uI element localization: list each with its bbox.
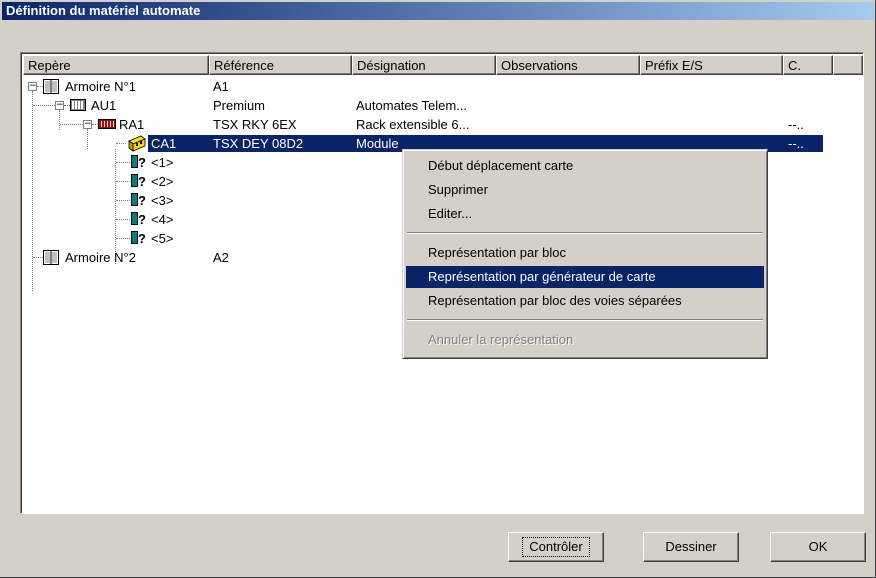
rack-icon [98,119,116,129]
menu-item-representation-voies-separees[interactable]: Représentation par bloc des voies séparé… [406,290,764,312]
cell-c: --.. [788,136,804,151]
unknown-slot-icon: ? [131,211,146,228]
tree-row[interactable]: − AU1 Premium Automates Telem... [23,96,861,115]
menu-item-representation-bloc[interactable]: Représentation par bloc [406,242,764,264]
tree-line [116,200,130,201]
cell-reference: A2 [213,250,229,265]
tree-line [60,124,83,125]
unknown-slot-icon: ? [131,154,146,171]
tree-line [116,143,126,144]
cabinet-icon [43,250,59,265]
cell-repere: <4> [151,212,174,227]
ok-button[interactable]: OK [770,532,866,562]
menu-item-debut-deplacement[interactable]: Début déplacement carte [406,155,764,177]
menu-item-annuler-representation[interactable]: Annuler la représentation [406,329,764,351]
card-icon [128,135,146,152]
tree-line [116,181,130,182]
menu-separator [407,319,763,321]
column-header-designation[interactable]: Désignation [352,55,496,75]
cell-reference: Premium [213,98,266,113]
collapse-icon[interactable]: − [83,120,92,129]
collapse-icon[interactable]: − [28,82,37,91]
plc-icon [70,99,86,111]
unknown-slot-icon: ? [131,230,146,247]
collapse-icon[interactable]: − [55,101,64,110]
tree-line [33,257,43,258]
column-header-prefix[interactable]: Préfix E/S [640,55,783,75]
cell-repere: <1> [151,155,174,170]
tree-line [116,219,130,220]
unknown-slot-icon: ? [131,192,146,209]
cell-repere: Armoire N°1 [65,79,136,94]
cell-reference: A1 [213,79,229,94]
cell-repere: <5> [151,231,174,246]
cell-designation: Rack extensible 6... [356,117,470,132]
cell-repere: <2> [151,174,174,189]
cell-repere: AU1 [91,98,117,113]
cell-repere: Armoire N°2 [65,250,136,265]
cabinet-icon [43,79,59,94]
menu-item-representation-generateur[interactable]: Représentation par générateur de carte [406,266,764,288]
tree-line [116,162,130,163]
cell-reference: TSX RKY 6EX [213,117,297,132]
menu-item-supprimer[interactable]: Supprimer [406,179,764,201]
tree-row[interactable]: − Armoire N°1 A1 [23,77,861,96]
tree-line [33,105,55,106]
window-title: Définition du matériel automate [2,2,874,20]
cell-c: --.. [788,117,804,132]
cell-designation: Automates Telem... [356,98,468,113]
column-header-observations[interactable]: Observations [496,55,640,75]
dialog-window: Définition du matériel automate Repère R… [0,0,876,578]
menu-item-editer[interactable]: Editer... [406,203,764,225]
tree-row[interactable]: − RA1 TSX RKY 6EX Rack extensible 6... -… [23,115,861,134]
column-header-reference[interactable]: Référence [209,55,352,75]
cell-reference: TSX DEY 08D2 [213,136,304,151]
menu-separator [407,232,763,234]
column-header-repere[interactable]: Repère [23,55,209,75]
column-header-filler [833,55,863,75]
unknown-slot-icon: ? [131,173,146,190]
context-menu: Début déplacement carte Supprimer Editer… [402,149,768,359]
cell-designation: Module [356,136,399,151]
column-headers: Repère Référence Désignation Observation… [23,55,863,75]
tree-line [116,238,130,239]
column-header-c[interactable]: C. [783,55,833,75]
controler-button[interactable]: Contrôler [508,532,604,562]
controler-button-label: Contrôler [522,537,590,557]
dessiner-button[interactable]: Dessiner [643,532,739,562]
cell-repere: RA1 [119,117,145,132]
cell-repere: <3> [151,193,174,208]
cell-repere: CA1 [151,136,177,151]
